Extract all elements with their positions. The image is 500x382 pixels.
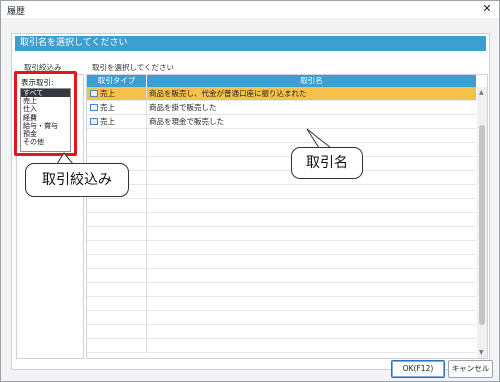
name-callout-tail	[306, 128, 333, 149]
cancel-button[interactable]: キャンセル	[448, 360, 493, 378]
name-callout: 取引名	[291, 147, 363, 179]
name-callout-text: 取引名	[306, 155, 348, 171]
history-dialog: 履歴 ✕ 取引名を選択してください 取引絞込み 取引を選択してください 取引タイ…	[0, 0, 500, 382]
filter-callout-text: 取引絞込み	[42, 172, 112, 188]
ok-button[interactable]: OK(F12)	[391, 360, 445, 378]
filter-callout: 取引絞込み	[25, 163, 129, 197]
